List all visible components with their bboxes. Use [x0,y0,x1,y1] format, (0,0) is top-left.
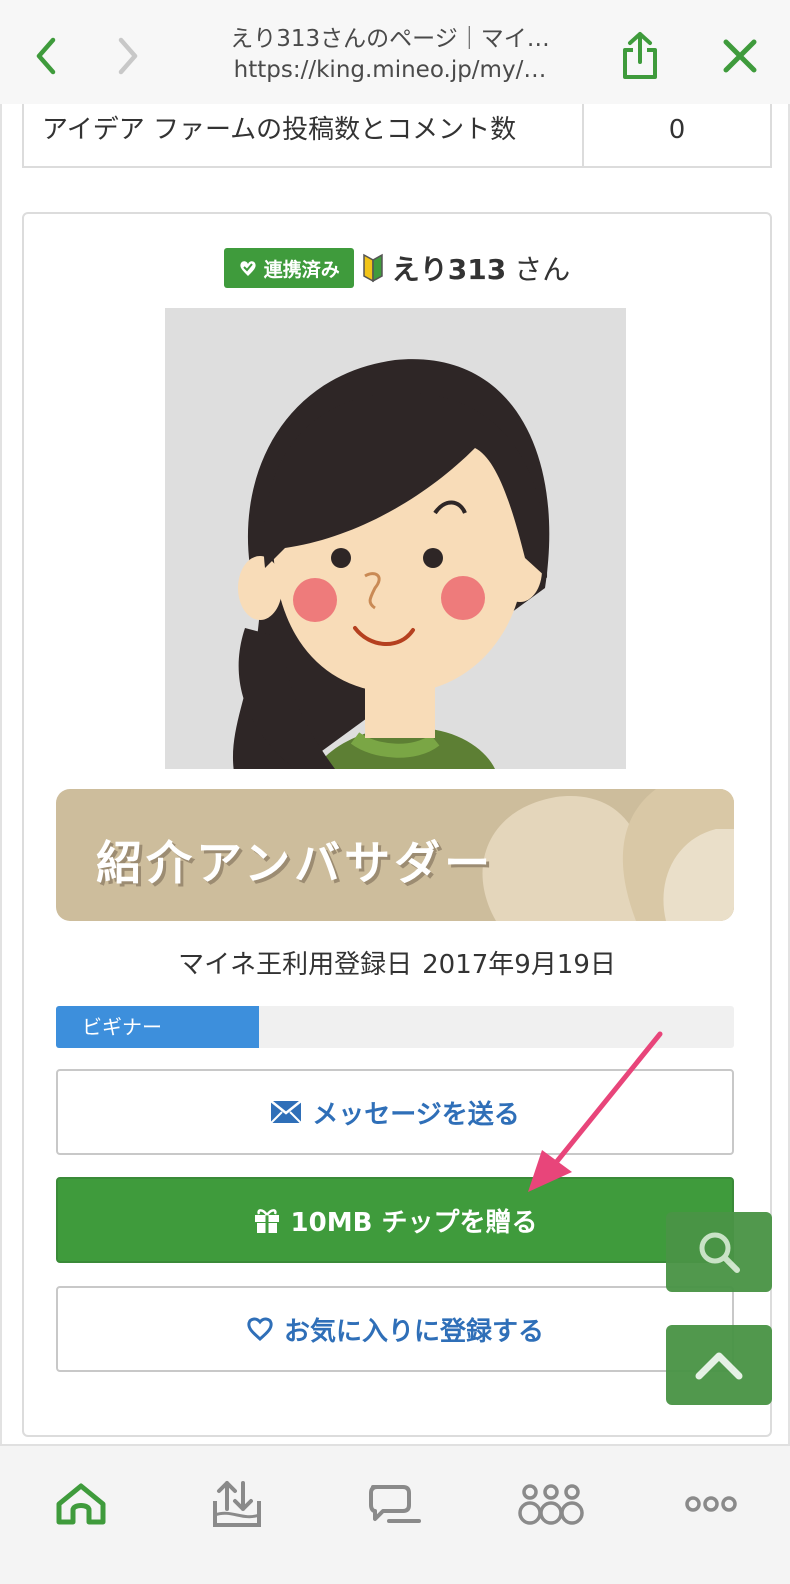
bottom-tab-bar [0,1444,790,1584]
ambassador-title: 紹介アンバサダー [96,836,495,890]
send-message-label: メッセージを送る [312,1099,520,1130]
username[interactable]: えり313 [392,248,506,288]
chevron-right-icon [118,37,138,75]
page-title: えり313さんのページ｜マイ… [230,26,550,52]
add-favorite-label: お気に入りに登録する [283,1316,544,1347]
page-url: https://king.mineo.jp/my/… [233,57,547,83]
registration-date-line: マイネ王利用登録日 2017年9月19日 [24,944,770,981]
close-button[interactable] [712,26,768,86]
tab-home[interactable] [46,1474,116,1534]
stats-table-row: アイデア ファームの投稿数とコメント数 0 [22,104,772,168]
profile-name-line: 連携済み えり313 さん [24,248,770,288]
data-transfer-icon [213,1481,261,1527]
home-icon [56,1483,106,1525]
share-icon [623,32,657,79]
envelope-icon [270,1100,303,1124]
share-button[interactable] [612,26,668,86]
chevron-left-icon [36,37,56,75]
beginner-mark-icon [363,253,383,283]
level-label: ビギナー [82,1015,162,1039]
add-favorite-button[interactable]: お気に入りに登録する [56,1286,734,1372]
more-icon [685,1496,737,1512]
linked-badge: 連携済み [223,248,354,288]
heart-check-icon [240,261,256,276]
username-suffix: さん [514,253,571,286]
floating-search-button[interactable] [666,1212,772,1292]
tab-data-transfer[interactable] [202,1474,272,1534]
profile-card: 連携済み えり313 さん 紹介アンバサダー マイネ王利用登録日 2017年9月… [22,212,772,1437]
forward-button[interactable] [100,26,156,86]
ambassador-banner: 紹介アンバサダー [56,789,734,921]
registration-date: 2017年9月19日 [422,950,616,980]
annotation-arrow [528,1031,663,1192]
heart-icon [247,1317,273,1341]
stats-value: 0 [668,115,686,145]
chat-icon [369,1485,421,1523]
gift-icon [254,1209,279,1233]
stats-label: アイデア ファームの投稿数とコメント数 [24,104,584,166]
scroll-top-button[interactable] [666,1325,772,1405]
close-icon [723,39,757,73]
search-icon [699,1232,740,1273]
gift-chip-label: 10MB チップを贈る [290,1207,538,1238]
linked-badge-label: 連携済み [263,258,340,281]
registration-label: マイネ王利用登録日 [178,950,413,980]
tab-more[interactable] [676,1474,746,1534]
chevron-up-icon [695,1352,743,1380]
browser-toolbar: えり313さんのページ｜マイ… https://king.mineo.jp/my… [0,0,790,104]
tab-chat[interactable] [360,1474,430,1534]
address-bar[interactable]: えり313さんのページ｜マイ… https://king.mineo.jp/my… [210,24,570,86]
avatar [165,308,626,769]
tab-community[interactable] [516,1474,586,1534]
community-icon [518,1484,584,1525]
back-button[interactable] [18,26,74,86]
